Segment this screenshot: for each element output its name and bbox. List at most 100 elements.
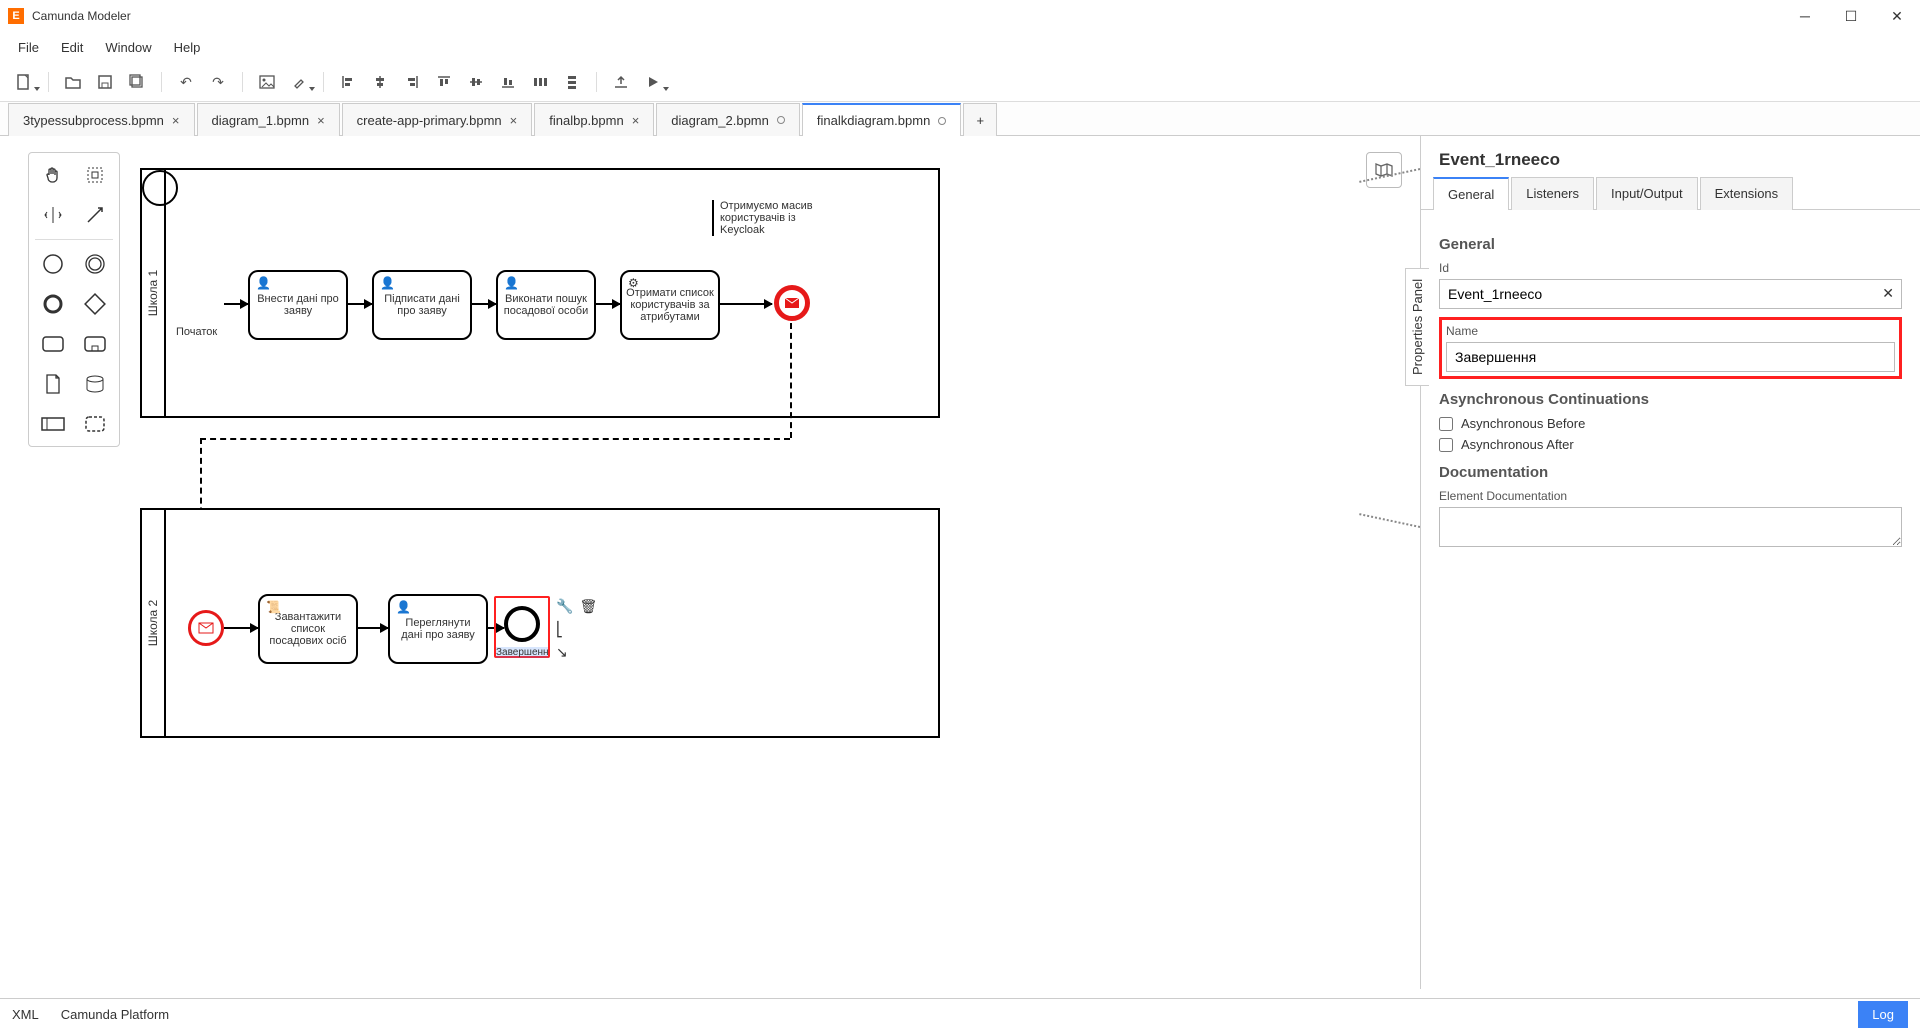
message-start-event[interactable] (188, 610, 224, 646)
color-button[interactable] (285, 69, 313, 95)
distribute-h-button[interactable] (526, 69, 554, 95)
toolbar: ↶ ↷ (0, 63, 1920, 102)
documentation-textarea[interactable] (1439, 507, 1902, 547)
new-file-button[interactable] (10, 69, 38, 95)
tab-listeners[interactable]: Listeners (1511, 177, 1594, 210)
wrench-icon[interactable]: 🔧 (556, 598, 573, 615)
task-6[interactable]: 👤Переглянути дані про заяву (388, 594, 488, 664)
tab-0[interactable]: 3typessubprocess.bpmn× (8, 103, 195, 136)
task-icon[interactable] (35, 328, 71, 360)
align-bottom-button[interactable] (494, 69, 522, 95)
tab-general[interactable]: General (1433, 177, 1509, 210)
async-after-checkbox[interactable]: Asynchronous After (1439, 437, 1902, 452)
new-tab-button[interactable]: + (963, 103, 997, 136)
tab-3[interactable]: finalbp.bpmn× (534, 103, 654, 136)
open-button[interactable] (59, 69, 87, 95)
close-icon[interactable]: × (632, 113, 640, 128)
log-button[interactable]: Log (1858, 1001, 1908, 1028)
text-annotation[interactable]: Отримуємо масив користувачів із Keycloak (712, 200, 832, 236)
async-before-checkbox[interactable]: Asynchronous Before (1439, 416, 1902, 431)
statusbar: XML Camunda Platform Log (0, 998, 1920, 1030)
sequence-arrow[interactable] (224, 627, 258, 629)
menu-window[interactable]: Window (95, 36, 161, 59)
status-xml[interactable]: XML (12, 1007, 39, 1022)
sequence-arrow[interactable] (348, 303, 372, 305)
section-documentation: Documentation (1439, 464, 1902, 481)
user-icon: 👤 (256, 276, 271, 290)
lasso-tool-icon[interactable] (77, 159, 113, 191)
task-1[interactable]: 👤Внести дані про заяву (248, 270, 348, 340)
tab-1[interactable]: diagram_1.bpmn× (197, 103, 340, 136)
save-all-button[interactable] (123, 69, 151, 95)
pool-2[interactable]: Школа 2 📜Завантажити список посадових ос… (140, 508, 940, 738)
clear-icon[interactable]: ✕ (1882, 285, 1894, 302)
tab-5[interactable]: finalkdiagram.bpmn (802, 103, 961, 136)
name-input[interactable] (1446, 342, 1895, 372)
message-throw-event[interactable] (774, 285, 810, 321)
subprocess-icon[interactable] (77, 328, 113, 360)
close-icon[interactable]: × (317, 113, 325, 128)
pool-2-header[interactable]: Школа 2 (142, 510, 166, 736)
align-left-button[interactable] (334, 69, 362, 95)
image-button[interactable] (253, 69, 281, 95)
bpmn-diagram[interactable]: Школа 1 Початок 👤Внести дані про заяву 👤… (140, 168, 1400, 738)
canvas[interactable]: Школа 1 Початок 👤Внести дані про заяву 👤… (0, 136, 1420, 989)
align-right-button[interactable] (398, 69, 426, 95)
tab-label: diagram_2.bpmn (671, 113, 769, 128)
align-center-h-button[interactable] (366, 69, 394, 95)
maximize-button[interactable]: ☐ (1828, 0, 1874, 32)
pool-1-header[interactable]: Школа 1 (142, 170, 166, 416)
menu-edit[interactable]: Edit (51, 36, 93, 59)
end-event-icon[interactable] (35, 288, 71, 320)
data-object-icon[interactable] (35, 368, 71, 400)
gateway-icon[interactable] (77, 288, 113, 320)
connect-icon[interactable]: ↘ (556, 644, 568, 661)
minimize-button[interactable]: ─ (1782, 0, 1828, 32)
menu-file[interactable]: File (8, 36, 49, 59)
run-button[interactable] (639, 69, 667, 95)
tab-label: create-app-primary.bpmn (357, 113, 502, 128)
sequence-arrow[interactable] (224, 303, 248, 305)
app-logo-icon: E (8, 8, 24, 24)
task-5[interactable]: 📜Завантажити список посадових осіб (258, 594, 358, 664)
sequence-arrow[interactable] (720, 303, 772, 305)
end-event[interactable] (504, 606, 540, 642)
align-top-button[interactable] (430, 69, 458, 95)
tab-input-output[interactable]: Input/Output (1596, 177, 1698, 210)
task-3[interactable]: 👤Виконати пошук посадової особи (496, 270, 596, 340)
tab-2[interactable]: create-app-primary.bpmn × (342, 103, 533, 136)
sequence-arrow[interactable] (472, 303, 496, 305)
data-store-icon[interactable] (77, 368, 113, 400)
tab-extensions[interactable]: Extensions (1700, 177, 1794, 210)
pool-1[interactable]: Школа 1 Початок 👤Внести дані про заяву 👤… (140, 168, 940, 418)
status-platform[interactable]: Camunda Platform (61, 1007, 169, 1022)
sequence-arrow[interactable] (596, 303, 620, 305)
task-2[interactable]: 👤Підписати дані про заяву (372, 270, 472, 340)
close-icon[interactable]: × (510, 113, 518, 128)
space-tool-icon[interactable] (35, 199, 71, 231)
properties-panel-label[interactable]: Properties Panel (1405, 268, 1429, 386)
start-event-icon[interactable] (35, 248, 71, 280)
annotation-icon[interactable]: ⎣ (556, 621, 563, 638)
group-icon[interactable] (77, 408, 113, 440)
intermediate-event-icon[interactable] (77, 248, 113, 280)
undo-button[interactable]: ↶ (172, 69, 200, 95)
deploy-button[interactable] (607, 69, 635, 95)
sequence-arrow[interactable] (358, 627, 388, 629)
id-input[interactable] (1439, 279, 1902, 309)
redo-button[interactable]: ↷ (204, 69, 232, 95)
close-icon[interactable]: × (172, 113, 180, 128)
message-flow[interactable] (200, 438, 790, 440)
task-4[interactable]: ⚙Отримати список користувачів за атрибут… (620, 270, 720, 340)
message-flow[interactable] (790, 323, 792, 438)
pool-icon[interactable] (35, 408, 71, 440)
connect-tool-icon[interactable] (77, 199, 113, 231)
align-middle-button[interactable] (462, 69, 490, 95)
distribute-v-button[interactable] (558, 69, 586, 95)
save-button[interactable] (91, 69, 119, 95)
hand-tool-icon[interactable] (35, 159, 71, 191)
close-window-button[interactable]: ✕ (1874, 0, 1920, 32)
tab-4[interactable]: diagram_2.bpmn (656, 103, 800, 136)
menu-help[interactable]: Help (164, 36, 211, 59)
trash-icon[interactable]: 🗑 (579, 598, 597, 615)
